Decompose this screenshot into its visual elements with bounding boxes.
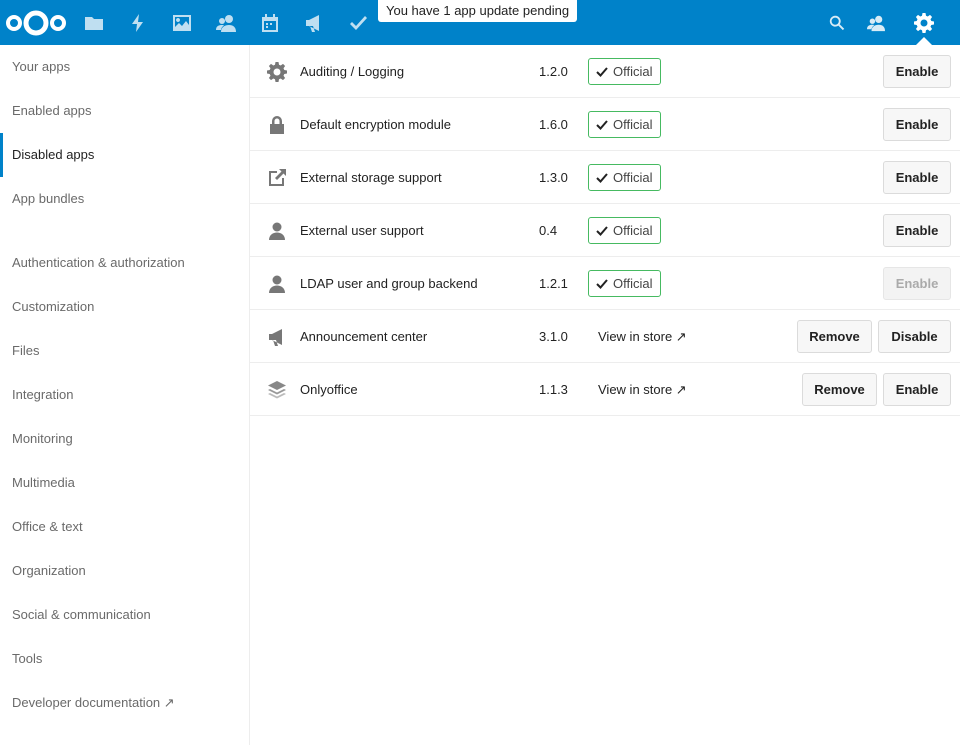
calendar-icon[interactable] — [248, 0, 292, 45]
sidebar-item-customization[interactable]: Customization — [0, 285, 249, 329]
app-version: 1.2.1 — [539, 276, 568, 291]
user-icon — [266, 220, 288, 242]
megaphone-icon — [266, 326, 288, 348]
enable-button[interactable]: Enable — [883, 214, 951, 247]
app-row: LDAP user and group backend 1.2.1 Offici… — [250, 257, 960, 310]
sidebar-item-your-apps[interactable]: Your apps — [0, 45, 249, 89]
activity-icon[interactable] — [116, 0, 160, 45]
app-name[interactable]: Auditing / Logging — [300, 45, 404, 98]
update-pending-tooltip[interactable]: You have 1 app update pending — [378, 0, 578, 22]
app-row: Onlyoffice 1.1.3 View in store ↗ Remove … — [250, 363, 960, 416]
enable-button-disabled: Enable — [883, 267, 951, 300]
official-badge: Official — [588, 58, 661, 85]
app-row: External user support 0.4 Official Enabl… — [250, 204, 960, 257]
check-icon — [596, 119, 608, 130]
app-version: 1.1.3 — [539, 382, 568, 397]
official-badge-label: Official — [613, 170, 653, 185]
app-version: 0.4 — [539, 223, 558, 238]
app-version: 1.2.0 — [539, 64, 568, 79]
sidebar-item-authentication[interactable]: Authentication & authorization — [0, 241, 249, 285]
announcements-icon[interactable] — [292, 0, 336, 45]
enable-button[interactable]: Enable — [883, 161, 951, 194]
contacts-icon[interactable] — [204, 0, 248, 45]
app-row: External storage support 1.3.0 Official … — [250, 151, 960, 204]
enable-button[interactable]: Enable — [883, 55, 951, 88]
sidebar-item-office-text[interactable]: Office & text — [0, 505, 249, 549]
view-in-store-link[interactable]: View in store ↗ — [598, 310, 687, 363]
app-version: 1.3.0 — [539, 170, 568, 185]
check-icon — [596, 278, 608, 289]
enable-button[interactable]: Enable — [883, 373, 951, 406]
contacts-menu-icon[interactable] — [854, 0, 898, 45]
official-badge: Official — [588, 111, 661, 138]
app-row: Default encryption module 1.6.0 Official… — [250, 98, 960, 151]
lock-icon — [266, 114, 288, 136]
app-version: 3.1.0 — [539, 329, 568, 344]
search-icon[interactable] — [815, 0, 859, 45]
files-icon[interactable] — [72, 0, 116, 45]
app-name[interactable]: Onlyoffice — [300, 363, 358, 416]
check-icon — [596, 225, 608, 236]
sidebar-item-multimedia[interactable]: Multimedia — [0, 461, 249, 505]
remove-button[interactable]: Remove — [797, 320, 872, 353]
app-row: Auditing / Logging 1.2.0 Official Enable — [250, 45, 960, 98]
sidebar-item-organization[interactable]: Organization — [0, 549, 249, 593]
sidebar-item-integration[interactable]: Integration — [0, 373, 249, 417]
sidebar-item-disabled-apps[interactable]: Disabled apps — [0, 133, 249, 177]
app-name[interactable]: External storage support — [300, 151, 442, 204]
user-icon — [266, 273, 288, 295]
sidebar-item-monitoring[interactable]: Monitoring — [0, 417, 249, 461]
sidebar-item-social[interactable]: Social & communication — [0, 593, 249, 637]
settings-menu-caret — [916, 37, 932, 45]
app-name[interactable]: Default encryption module — [300, 98, 451, 151]
check-icon — [596, 172, 608, 183]
app-name[interactable]: LDAP user and group backend — [300, 257, 478, 310]
disable-button[interactable]: Disable — [878, 320, 951, 353]
gear-icon — [266, 61, 288, 83]
check-icon — [596, 66, 608, 77]
app-categories-sidebar: Your apps Enabled apps Disabled apps App… — [0, 45, 250, 745]
external-link-icon — [266, 167, 288, 189]
official-badge: Official — [588, 164, 661, 191]
app-version: 1.6.0 — [539, 117, 568, 132]
official-badge-label: Official — [613, 276, 653, 291]
nextcloud-logo[interactable] — [4, 8, 68, 38]
tasks-icon[interactable] — [336, 0, 380, 45]
app-row: Announcement center 3.1.0 View in store … — [250, 310, 960, 363]
sidebar-item-enabled-apps[interactable]: Enabled apps — [0, 89, 249, 133]
gallery-icon[interactable] — [160, 0, 204, 45]
sidebar-item-tools[interactable]: Tools — [0, 637, 249, 681]
app-name[interactable]: Announcement center — [300, 310, 427, 363]
top-header: You have 1 app update pending — [0, 0, 960, 45]
sidebar-item-developer-docs[interactable]: Developer documentation ↗ — [0, 681, 249, 725]
app-list: Auditing / Logging 1.2.0 Official Enable… — [250, 45, 960, 745]
official-badge-label: Official — [613, 117, 653, 132]
layers-icon — [266, 379, 288, 401]
app-name[interactable]: External user support — [300, 204, 424, 257]
official-badge: Official — [588, 217, 661, 244]
enable-button[interactable]: Enable — [883, 108, 951, 141]
official-badge: Official — [588, 270, 661, 297]
sidebar-item-app-bundles[interactable]: App bundles — [0, 177, 249, 221]
sidebar-item-files[interactable]: Files — [0, 329, 249, 373]
remove-button[interactable]: Remove — [802, 373, 877, 406]
view-in-store-link[interactable]: View in store ↗ — [598, 363, 687, 416]
official-badge-label: Official — [613, 64, 653, 79]
official-badge-label: Official — [613, 223, 653, 238]
